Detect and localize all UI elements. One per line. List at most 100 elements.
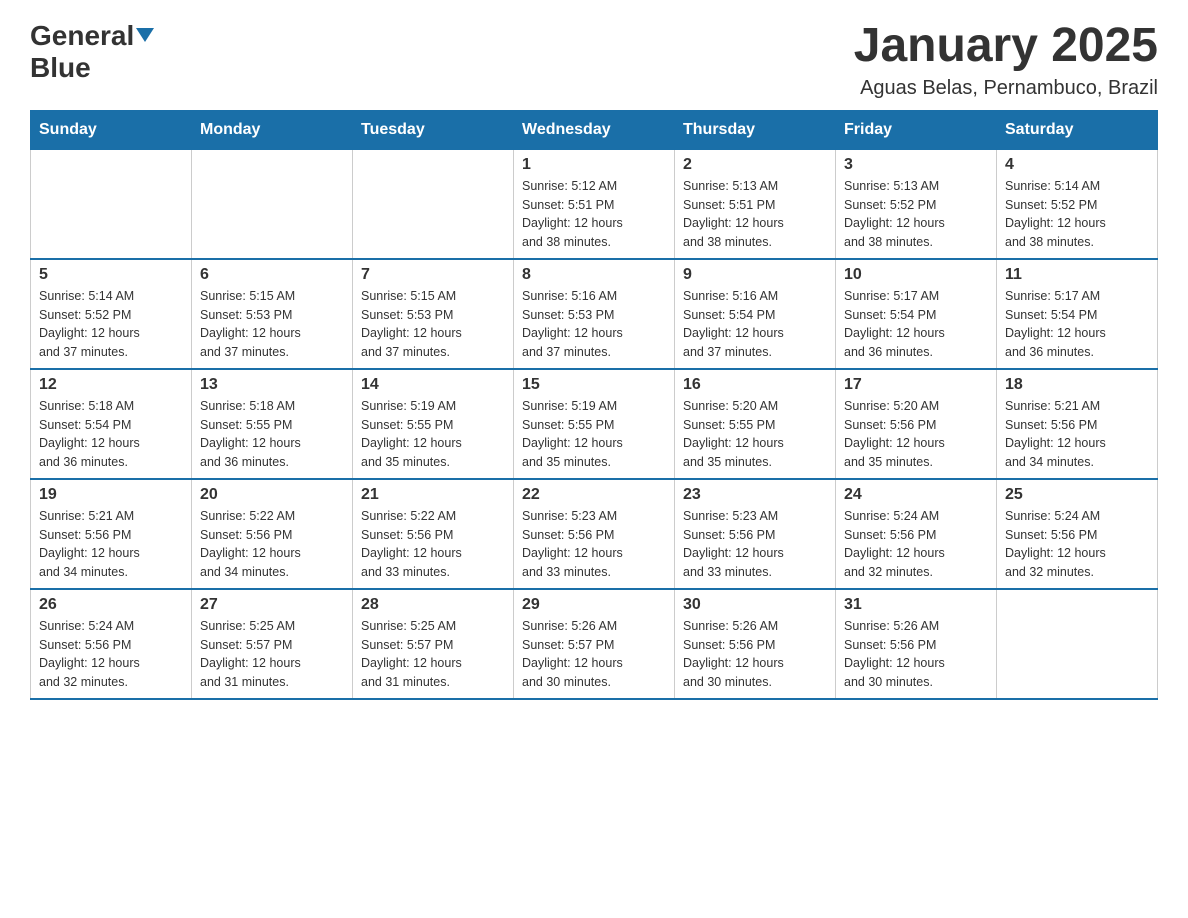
- calendar-cell: 17 Sunrise: 5:20 AMSunset: 5:56 PMDayligh…: [836, 369, 997, 479]
- calendar-cell: 29 Sunrise: 5:26 AMSunset: 5:57 PMDayligh…: [514, 589, 675, 699]
- page-header: General Blue January 2025 Aguas Belas, P…: [30, 20, 1158, 100]
- day-number: 14: [361, 376, 505, 394]
- calendar-header-friday: Friday: [836, 110, 997, 149]
- calendar-header-saturday: Saturday: [997, 110, 1158, 149]
- calendar-cell: 3 Sunrise: 5:13 AMSunset: 5:52 PMDaylight…: [836, 149, 997, 259]
- day-number: 31: [844, 596, 988, 614]
- calendar-cell: 1 Sunrise: 5:12 AMSunset: 5:51 PMDaylight…: [514, 149, 675, 259]
- day-info: Sunrise: 5:15 AMSunset: 5:53 PMDaylight:…: [361, 287, 505, 362]
- logo-triangle-icon: [136, 28, 154, 42]
- day-number: 12: [39, 376, 183, 394]
- calendar-cell: [192, 149, 353, 259]
- calendar-cell: 31Sunrise: 5:26 AMSunset: 5:56 PMDayligh…: [836, 589, 997, 699]
- day-info: Sunrise: 5:17 AMSunset: 5:54 PMDaylight:…: [1005, 287, 1149, 362]
- day-number: 18: [1005, 376, 1149, 394]
- day-number: 8: [522, 266, 666, 284]
- calendar-header-wednesday: Wednesday: [514, 110, 675, 149]
- day-info: Sunrise: 5:16 AMSunset: 5:53 PMDaylight:…: [522, 287, 666, 362]
- day-info: Sunrise: 5:13 AMSunset: 5:51 PMDaylight:…: [683, 177, 827, 252]
- day-number: 30: [683, 596, 827, 614]
- calendar-week-row: 19 Sunrise: 5:21 AMSunset: 5:56 PMDayligh…: [31, 479, 1158, 589]
- day-info: Sunrise: 5:26 AMSunset: 5:57 PMDaylight:…: [522, 617, 666, 692]
- calendar-cell: 8 Sunrise: 5:16 AMSunset: 5:53 PMDaylight…: [514, 259, 675, 369]
- calendar-cell: 2Sunrise: 5:13 AMSunset: 5:51 PMDaylight…: [675, 149, 836, 259]
- calendar-cell: 19 Sunrise: 5:21 AMSunset: 5:56 PMDayligh…: [31, 479, 192, 589]
- day-number: 21: [361, 486, 505, 504]
- day-number: 7: [361, 266, 505, 284]
- day-number: 1: [522, 156, 666, 174]
- calendar-header-tuesday: Tuesday: [353, 110, 514, 149]
- day-info: Sunrise: 5:26 AMSunset: 5:56 PMDaylight:…: [683, 617, 827, 692]
- page-title: January 2025: [854, 20, 1158, 73]
- day-info: Sunrise: 5:12 AMSunset: 5:51 PMDaylight:…: [522, 177, 666, 252]
- day-info: Sunrise: 5:21 AMSunset: 5:56 PMDaylight:…: [1005, 397, 1149, 472]
- day-number: 29: [522, 596, 666, 614]
- day-info: Sunrise: 5:24 AMSunset: 5:56 PMDaylight:…: [39, 617, 183, 692]
- calendar-header-thursday: Thursday: [675, 110, 836, 149]
- calendar-cell: 21 Sunrise: 5:22 AMSunset: 5:56 PMDayligh…: [353, 479, 514, 589]
- day-info: Sunrise: 5:17 AMSunset: 5:54 PMDaylight:…: [844, 287, 988, 362]
- day-number: 19: [39, 486, 183, 504]
- logo-text-general: General: [30, 20, 154, 51]
- calendar-cell: 23Sunrise: 5:23 AMSunset: 5:56 PMDayligh…: [675, 479, 836, 589]
- calendar-cell: 22 Sunrise: 5:23 AMSunset: 5:56 PMDayligh…: [514, 479, 675, 589]
- day-number: 3: [844, 156, 988, 174]
- day-number: 11: [1005, 266, 1149, 284]
- day-info: Sunrise: 5:16 AMSunset: 5:54 PMDaylight:…: [683, 287, 827, 362]
- calendar-cell: 18 Sunrise: 5:21 AMSunset: 5:56 PMDayligh…: [997, 369, 1158, 479]
- page-subtitle: Aguas Belas, Pernambuco, Brazil: [854, 77, 1158, 100]
- day-number: 17: [844, 376, 988, 394]
- day-info: Sunrise: 5:24 AMSunset: 5:56 PMDaylight:…: [1005, 507, 1149, 582]
- day-info: Sunrise: 5:23 AMSunset: 5:56 PMDaylight:…: [522, 507, 666, 582]
- calendar-cell: 24 Sunrise: 5:24 AMSunset: 5:56 PMDayligh…: [836, 479, 997, 589]
- day-info: Sunrise: 5:20 AMSunset: 5:55 PMDaylight:…: [683, 397, 827, 472]
- calendar-header-row: SundayMondayTuesdayWednesdayThursdayFrid…: [31, 110, 1158, 149]
- calendar-cell: 10Sunrise: 5:17 AMSunset: 5:54 PMDayligh…: [836, 259, 997, 369]
- day-info: Sunrise: 5:21 AMSunset: 5:56 PMDaylight:…: [39, 507, 183, 582]
- day-info: Sunrise: 5:24 AMSunset: 5:56 PMDaylight:…: [844, 507, 988, 582]
- day-info: Sunrise: 5:14 AMSunset: 5:52 PMDaylight:…: [1005, 177, 1149, 252]
- day-number: 24: [844, 486, 988, 504]
- calendar-header-monday: Monday: [192, 110, 353, 149]
- logo: General Blue: [30, 20, 154, 84]
- day-info: Sunrise: 5:25 AMSunset: 5:57 PMDaylight:…: [361, 617, 505, 692]
- day-number: 15: [522, 376, 666, 394]
- calendar-cell: 5 Sunrise: 5:14 AMSunset: 5:52 PMDaylight…: [31, 259, 192, 369]
- day-info: Sunrise: 5:22 AMSunset: 5:56 PMDaylight:…: [200, 507, 344, 582]
- calendar-week-row: 26 Sunrise: 5:24 AMSunset: 5:56 PMDayligh…: [31, 589, 1158, 699]
- calendar-cell: [353, 149, 514, 259]
- title-block: January 2025 Aguas Belas, Pernambuco, Br…: [854, 20, 1158, 100]
- calendar-week-row: 5 Sunrise: 5:14 AMSunset: 5:52 PMDaylight…: [31, 259, 1158, 369]
- logo-text-blue: Blue: [30, 52, 91, 83]
- day-number: 4: [1005, 156, 1149, 174]
- day-number: 5: [39, 266, 183, 284]
- day-info: Sunrise: 5:14 AMSunset: 5:52 PMDaylight:…: [39, 287, 183, 362]
- day-number: 13: [200, 376, 344, 394]
- day-info: Sunrise: 5:18 AMSunset: 5:54 PMDaylight:…: [39, 397, 183, 472]
- day-info: Sunrise: 5:20 AMSunset: 5:56 PMDaylight:…: [844, 397, 988, 472]
- day-info: Sunrise: 5:22 AMSunset: 5:56 PMDaylight:…: [361, 507, 505, 582]
- calendar-cell: 27 Sunrise: 5:25 AMSunset: 5:57 PMDayligh…: [192, 589, 353, 699]
- calendar-header-sunday: Sunday: [31, 110, 192, 149]
- calendar-cell: 26 Sunrise: 5:24 AMSunset: 5:56 PMDayligh…: [31, 589, 192, 699]
- day-number: 26: [39, 596, 183, 614]
- day-number: 23: [683, 486, 827, 504]
- day-info: Sunrise: 5:25 AMSunset: 5:57 PMDaylight:…: [200, 617, 344, 692]
- calendar-cell: 30 Sunrise: 5:26 AMSunset: 5:56 PMDayligh…: [675, 589, 836, 699]
- calendar-cell: 25 Sunrise: 5:24 AMSunset: 5:56 PMDayligh…: [997, 479, 1158, 589]
- day-number: 27: [200, 596, 344, 614]
- calendar-cell: 4 Sunrise: 5:14 AMSunset: 5:52 PMDaylight…: [997, 149, 1158, 259]
- day-number: 25: [1005, 486, 1149, 504]
- day-number: 9: [683, 266, 827, 284]
- calendar-cell: [31, 149, 192, 259]
- day-number: 22: [522, 486, 666, 504]
- day-info: Sunrise: 5:19 AMSunset: 5:55 PMDaylight:…: [522, 397, 666, 472]
- calendar-cell: 11 Sunrise: 5:17 AMSunset: 5:54 PMDayligh…: [997, 259, 1158, 369]
- calendar-cell: [997, 589, 1158, 699]
- calendar-cell: 12 Sunrise: 5:18 AMSunset: 5:54 PMDayligh…: [31, 369, 192, 479]
- day-number: 20: [200, 486, 344, 504]
- day-number: 28: [361, 596, 505, 614]
- calendar-table: SundayMondayTuesdayWednesdayThursdayFrid…: [30, 110, 1158, 700]
- day-info: Sunrise: 5:13 AMSunset: 5:52 PMDaylight:…: [844, 177, 988, 252]
- day-number: 6: [200, 266, 344, 284]
